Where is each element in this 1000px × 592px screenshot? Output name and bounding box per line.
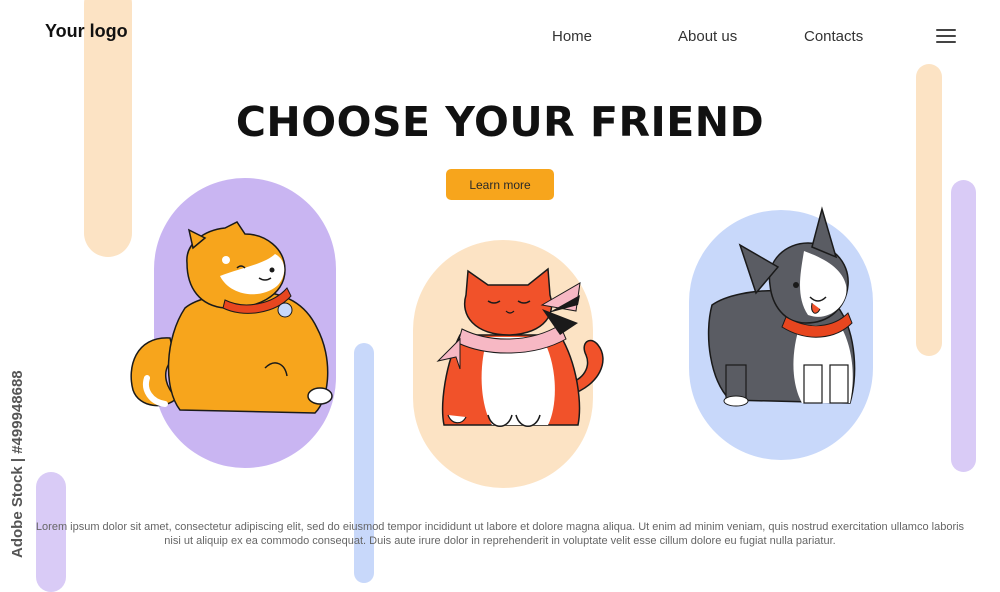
footer-text: Lorem ipsum dolor sit amet, consectetur … (35, 521, 965, 547)
watermark-text: Adobe Stock | #499948688 (9, 370, 26, 558)
boston-terrier-illustration[interactable] (700, 205, 865, 415)
page-title: CHOOSE YOUR FRIEND (235, 98, 765, 146)
learn-more-button[interactable]: Learn more (446, 169, 554, 200)
main-nav: Home About us Contacts (0, 28, 1000, 48)
nav-about-us[interactable]: About us (678, 28, 737, 45)
nav-contacts[interactable]: Contacts (804, 28, 863, 45)
nav-home[interactable]: Home (552, 28, 592, 45)
hamburger-menu-icon[interactable] (936, 29, 956, 44)
watermark: Adobe Stock | #499948688 (9, 318, 29, 558)
decor-bar-lavender-right (951, 180, 976, 472)
red-cat-illustration[interactable] (430, 265, 610, 435)
shiba-inu-illustration[interactable] (125, 218, 340, 423)
